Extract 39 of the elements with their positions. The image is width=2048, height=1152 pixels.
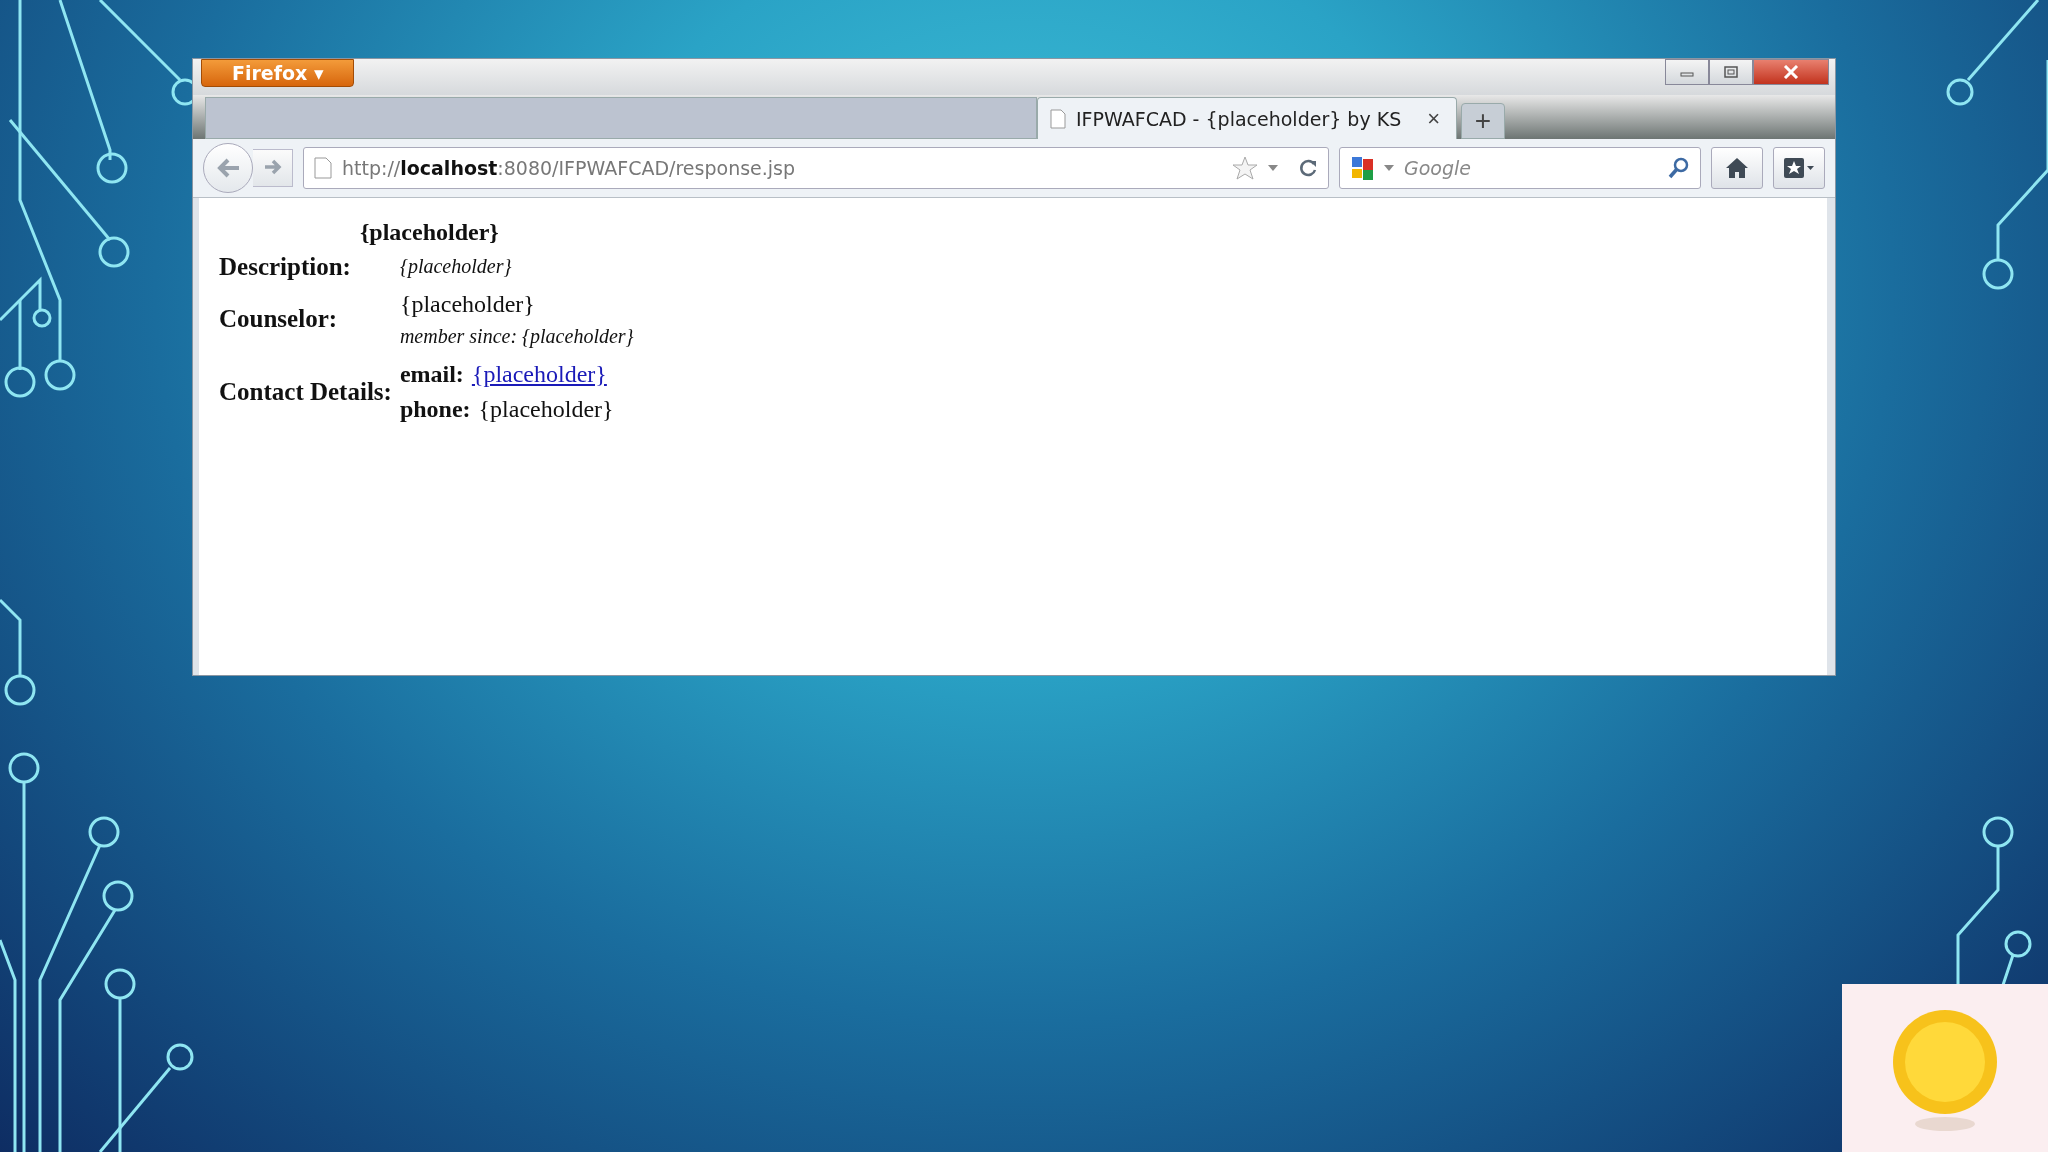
close-button[interactable] [1753, 59, 1829, 85]
field-value: {placeholder} [399, 255, 512, 277]
star-icon[interactable] [1232, 156, 1258, 180]
dropdown-arrow-icon[interactable] [1268, 165, 1278, 171]
forward-button[interactable] [253, 149, 293, 187]
field-value: {placeholder} [399, 291, 535, 317]
field-value: {placeholder} [478, 395, 614, 422]
dropdown-arrow-icon[interactable] [1384, 165, 1394, 171]
page-heading: {placeholder} [359, 219, 499, 245]
bookmarks-button[interactable] [1773, 147, 1825, 189]
maximize-icon [1724, 66, 1738, 78]
back-arrow-icon [215, 157, 241, 179]
field-label: Counselor: [219, 304, 338, 332]
star-icon [1783, 157, 1815, 179]
field-key: phone: [399, 395, 471, 422]
close-icon [1783, 65, 1799, 79]
back-button[interactable] [203, 143, 253, 193]
house-icon [1725, 157, 1749, 179]
field-label: Contact Details: [219, 377, 392, 405]
email-link[interactable]: {placeholder} [471, 360, 607, 387]
field-value: member since: {placeholder} [399, 324, 634, 347]
address-bar[interactable]: http://localhost:8080/IFPWAFCAD/response.jsp [303, 147, 1329, 189]
search-icon[interactable] [1668, 157, 1690, 179]
home-button[interactable] [1711, 147, 1763, 189]
field-key: email: [399, 360, 464, 387]
browser-tab[interactable]: IFPWAFCAD - {placeholder} by KS × [1037, 97, 1457, 139]
minimize-button[interactable] [1665, 59, 1709, 85]
page-icon [314, 157, 332, 179]
search-bar[interactable]: Google [1339, 147, 1701, 189]
page-icon [1050, 108, 1066, 129]
new-tab-button[interactable]: + [1461, 103, 1505, 139]
tab-close-button[interactable]: × [1423, 105, 1444, 132]
forward-arrow-icon [262, 157, 283, 176]
url-text: http://localhost:8080/IFPWAFCAD/response.jsp [342, 157, 797, 179]
reload-icon[interactable] [1298, 158, 1318, 178]
tab-title: IFPWAFCAD - {placeholder} by KS [1076, 107, 1403, 130]
maximize-button[interactable] [1709, 59, 1753, 85]
colored-squares-icon [1350, 155, 1376, 181]
field-label: Description: [219, 252, 351, 280]
